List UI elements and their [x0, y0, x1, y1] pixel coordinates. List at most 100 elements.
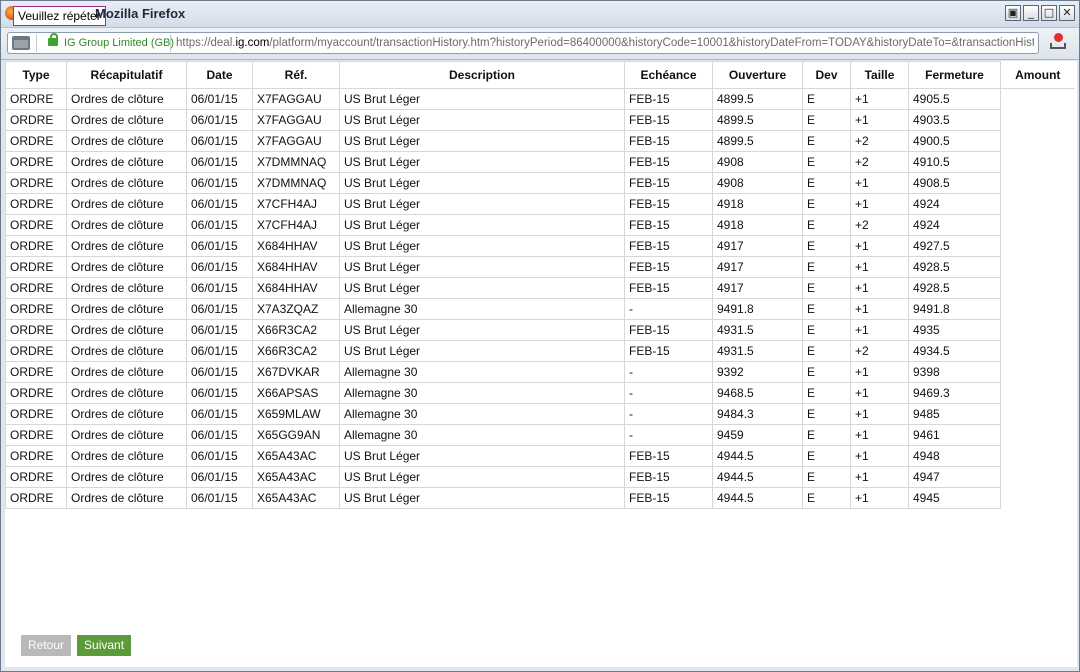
tab-groups-icon[interactable]: [12, 36, 30, 50]
cell-description: US Brut Léger: [339, 466, 625, 488]
cell-opening: 9484.3: [712, 403, 803, 425]
cell-opening: 4917: [712, 277, 803, 299]
table-row: ORDRE Ordres de clôture 06/01/15 X65A43AC US…: [5, 466, 1075, 488]
divider: [170, 34, 171, 52]
cell-summary: Ordres de clôture: [66, 256, 187, 278]
cell-description: Allemagne 30: [339, 424, 625, 446]
table-header-row: Type Récapitulatif Date Réf. Description Eché…: [5, 61, 1075, 89]
cell-summary: Ordres de clôture: [66, 382, 187, 404]
cell-description: US Brut Léger: [339, 340, 625, 362]
lock-icon[interactable]: [48, 33, 58, 46]
cell-ref: X7CFH4AJ: [252, 193, 340, 215]
url-bar[interactable]: IG Group Limited (GB) https://deal.ig.co…: [7, 32, 1039, 54]
cell-amount: [1000, 235, 1075, 257]
cell-amount: [1000, 340, 1075, 362]
cell-amount: [1000, 172, 1075, 194]
cell-expiry: FEB-15: [624, 256, 713, 278]
cell-ref: X66R3CA2: [252, 340, 340, 362]
cell-currency: E: [802, 256, 851, 278]
addon-icon[interactable]: [1049, 33, 1067, 51]
cell-summary: Ordres de clôture: [66, 130, 187, 152]
cell-date: 06/01/15: [186, 340, 253, 362]
cell-date: 06/01/15: [186, 235, 253, 257]
cell-description: US Brut Léger: [339, 214, 625, 236]
cell-type: ORDRE: [5, 466, 67, 488]
next-page-button[interactable]: Suivant: [77, 635, 132, 656]
cell-size: +1: [850, 256, 909, 278]
column-header-opening: Ouverture: [712, 61, 803, 89]
cell-ref: X65GG9AN: [252, 424, 340, 446]
cell-size: +1: [850, 382, 909, 404]
cell-currency: E: [802, 151, 851, 173]
cell-description: US Brut Léger: [339, 319, 625, 341]
table-row: ORDRE Ordres de clôture 06/01/15 X66R3CA2 US…: [5, 319, 1075, 341]
window-controls: ▣ _ □ ✕: [1005, 5, 1075, 21]
cell-description: US Brut Léger: [339, 109, 625, 131]
cell-closing: 4900.5: [908, 130, 1001, 152]
cell-expiry: FEB-15: [624, 109, 713, 131]
cell-currency: E: [802, 445, 851, 467]
cell-size: +2: [850, 130, 909, 152]
table-row: ORDRE Ordres de clôture 06/01/15 X7FAGGAU US…: [5, 88, 1075, 110]
cell-closing: 4934.5: [908, 340, 1001, 362]
cell-closing: 9485: [908, 403, 1001, 425]
table-row: ORDRE Ordres de clôture 06/01/15 X66APSAS Al…: [5, 382, 1075, 404]
cell-closing: 4948: [908, 445, 1001, 467]
url-text[interactable]: https://deal.ig.com/platform/myaccount/t…: [176, 33, 1034, 53]
cell-opening: 4917: [712, 235, 803, 257]
cell-expiry: FEB-15: [624, 88, 713, 110]
cell-summary: Ordres de clôture: [66, 193, 187, 215]
cell-type: ORDRE: [5, 130, 67, 152]
site-identity[interactable]: IG Group Limited (GB): [64, 33, 174, 53]
cell-expiry: FEB-15: [624, 193, 713, 215]
url-path: /platform/myaccount/transactionHistory.h…: [269, 37, 1034, 49]
close-button[interactable]: ✕: [1059, 5, 1075, 21]
table-row: ORDRE Ordres de clôture 06/01/15 X67DVKAR Al…: [5, 361, 1075, 383]
cell-expiry: FEB-15: [624, 277, 713, 299]
cell-amount: [1000, 256, 1075, 278]
cell-ref: X7FAGGAU: [252, 109, 340, 131]
cell-expiry: FEB-15: [624, 214, 713, 236]
cell-description: US Brut Léger: [339, 487, 625, 509]
cell-summary: Ordres de clôture: [66, 277, 187, 299]
cell-size: +1: [850, 88, 909, 110]
cell-opening: 9392: [712, 361, 803, 383]
cell-opening: 9468.5: [712, 382, 803, 404]
cell-type: ORDRE: [5, 298, 67, 320]
cell-date: 06/01/15: [186, 445, 253, 467]
cell-ref: X659MLAW: [252, 403, 340, 425]
cell-closing: 4935: [908, 319, 1001, 341]
table-row: ORDRE Ordres de clôture 06/01/15 X65A43AC US…: [5, 445, 1075, 467]
cell-size: +1: [850, 487, 909, 509]
cell-opening: 4931.5: [712, 319, 803, 341]
cell-currency: E: [802, 361, 851, 383]
cell-size: +1: [850, 319, 909, 341]
cell-ref: X7CFH4AJ: [252, 214, 340, 236]
cell-summary: Ordres de clôture: [66, 88, 187, 110]
cell-closing: 4908.5: [908, 172, 1001, 194]
cell-description: US Brut Léger: [339, 235, 625, 257]
cell-expiry: -: [624, 382, 713, 404]
navigation-bar: IG Group Limited (GB) https://deal.ig.co…: [1, 28, 1079, 60]
browser-window: Veuillez répéter Mozilla Firefox ▣ _ □ ✕…: [0, 0, 1080, 672]
cell-type: ORDRE: [5, 88, 67, 110]
cell-ref: X7A3ZQAZ: [252, 298, 340, 320]
cell-closing: 4903.5: [908, 109, 1001, 131]
table-row: ORDRE Ordres de clôture 06/01/15 X65GG9AN Al…: [5, 424, 1075, 446]
cell-amount: [1000, 319, 1075, 341]
cell-size: +1: [850, 424, 909, 446]
cell-date: 06/01/15: [186, 130, 253, 152]
cell-ref: X67DVKAR: [252, 361, 340, 383]
cell-description: US Brut Léger: [339, 256, 625, 278]
cell-ref: X684HHAV: [252, 235, 340, 257]
table-row: ORDRE Ordres de clôture 06/01/15 X7A3ZQAZ Al…: [5, 298, 1075, 320]
cell-currency: E: [802, 382, 851, 404]
cell-date: 06/01/15: [186, 466, 253, 488]
restore-window-icon[interactable]: ▣: [1005, 5, 1021, 21]
cell-opening: 4899.5: [712, 109, 803, 131]
minimize-button[interactable]: _: [1023, 5, 1039, 21]
cell-closing: 4924: [908, 214, 1001, 236]
previous-page-button[interactable]: Retour: [21, 635, 72, 656]
column-header-amount: Amount: [1000, 61, 1075, 89]
maximize-button[interactable]: □: [1041, 5, 1057, 21]
